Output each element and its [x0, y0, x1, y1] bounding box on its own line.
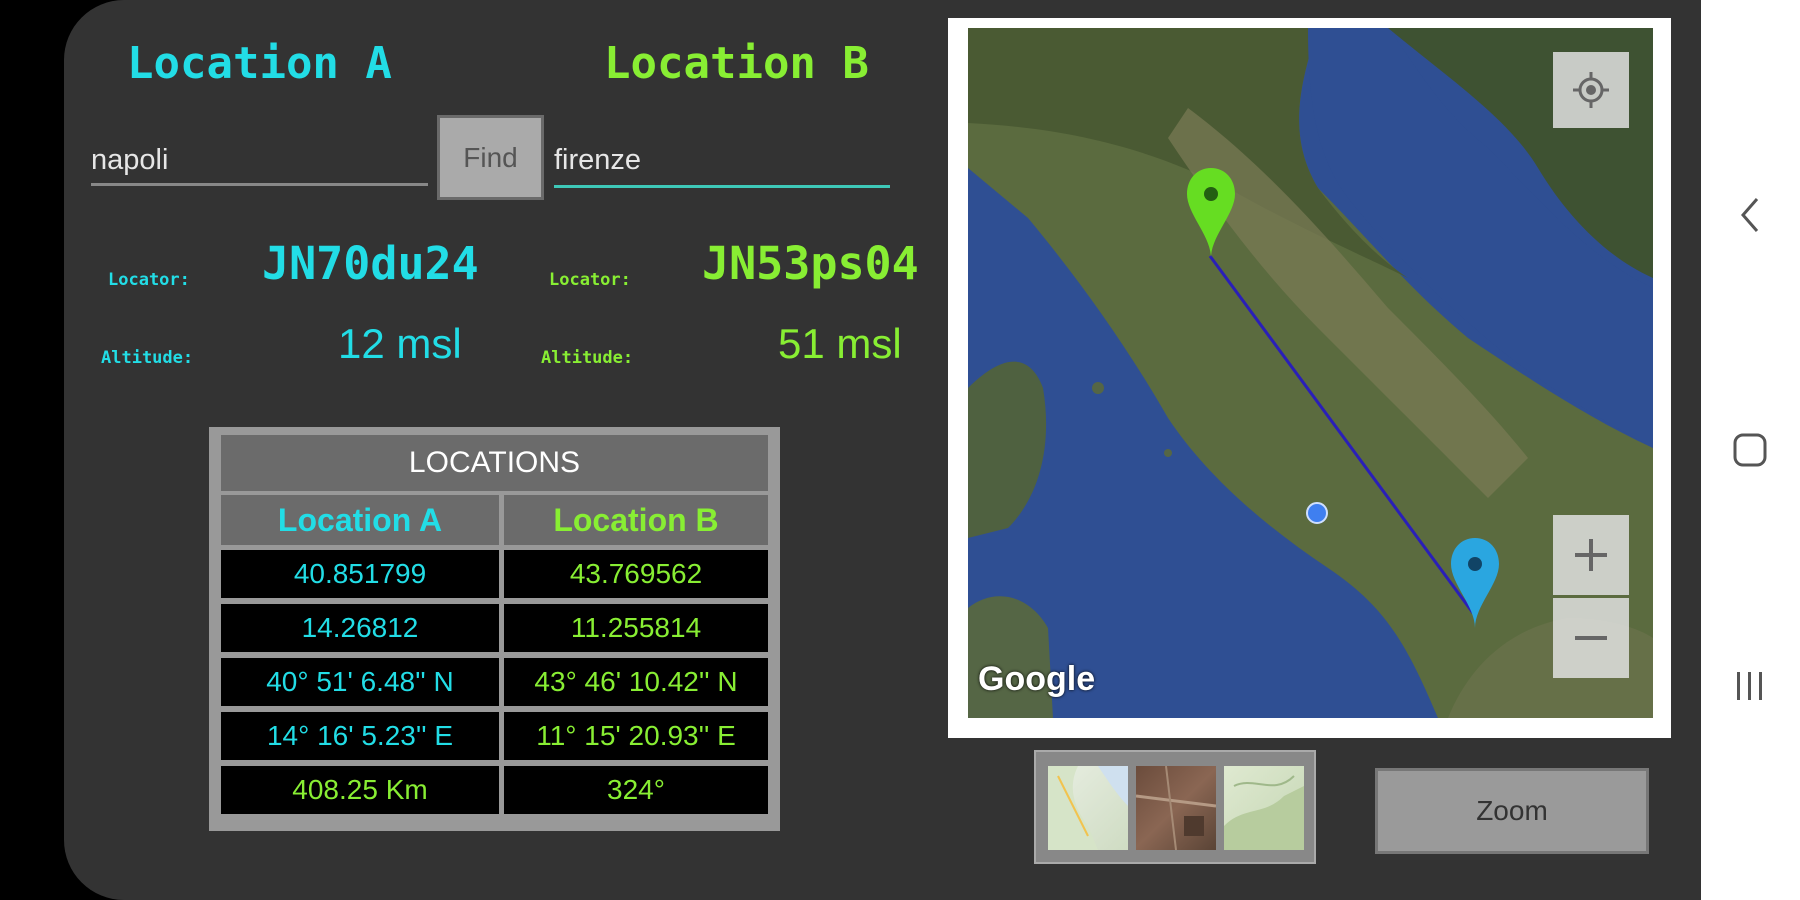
zoom-in-button[interactable]: [1553, 515, 1629, 595]
table-header-location-a: Location A: [221, 495, 499, 545]
crosshair-icon: [1573, 72, 1609, 108]
map-type-satellite-button[interactable]: [1135, 765, 1217, 851]
table-cell-b-2: 43° 46' 10.42'' N: [504, 658, 768, 706]
table-cell-a-2: 40° 51' 6.48'' N: [221, 658, 499, 706]
table-cell-a-1: 14.26812: [221, 604, 499, 652]
normal-map-icon: [1048, 766, 1128, 850]
location-b-input-underline: [554, 185, 890, 188]
google-attribution: Google: [978, 660, 1096, 698]
location-b-locator-value: JN53ps04: [702, 237, 919, 290]
map-type-selector: [1034, 750, 1316, 864]
current-location-dot-icon: [1306, 502, 1328, 524]
location-b-locator-label: Locator:: [549, 270, 631, 290]
location-a-locator-label: Locator:: [108, 270, 190, 290]
recents-lines-icon: [1737, 672, 1762, 700]
table-cell-b-1: 11.255814: [504, 604, 768, 652]
map-type-terrain-button[interactable]: [1224, 766, 1304, 850]
table-cell-a-3: 14° 16' 5.23'' E: [221, 712, 499, 760]
location-b-header: Location B: [604, 38, 869, 89]
home-square-icon: [1733, 433, 1767, 467]
location-a-input-underline: [91, 183, 428, 186]
zoom-out-button[interactable]: [1553, 598, 1629, 678]
table-cell-a-4: 408.25 Km: [221, 766, 499, 814]
back-nav-button[interactable]: [1728, 193, 1772, 237]
location-a-locator-value: JN70du24: [262, 237, 479, 290]
location-b-altitude-label: Altitude:: [541, 348, 634, 368]
location-a-header: Location A: [127, 38, 392, 89]
map-type-normal-button[interactable]: [1048, 766, 1128, 850]
home-nav-button[interactable]: [1728, 428, 1772, 472]
locations-table: LOCATIONS Location A Location B 40.85179…: [209, 427, 780, 831]
location-a-pin-icon[interactable]: [1450, 536, 1500, 631]
minus-icon: [1575, 636, 1607, 640]
location-b-input[interactable]: [554, 138, 889, 182]
location-a-input[interactable]: [91, 138, 426, 182]
location-b-altitude-value: 51 msl: [778, 320, 902, 367]
satellite-map-icon: [1135, 765, 1217, 851]
find-button[interactable]: Find: [437, 115, 544, 200]
table-title: LOCATIONS: [221, 435, 768, 491]
location-a-altitude-label: Altitude:: [101, 348, 194, 368]
terrain-map-icon: [1224, 775, 1304, 850]
table-cell-b-0: 43.769562: [504, 550, 768, 598]
map-view[interactable]: Google: [968, 28, 1653, 718]
recents-nav-button[interactable]: [1728, 664, 1772, 708]
location-b-pin-icon[interactable]: [1186, 166, 1236, 261]
zoom-button[interactable]: Zoom: [1375, 768, 1649, 854]
table-cell-b-4: 324°: [504, 766, 768, 814]
plus-icon: [1575, 539, 1607, 571]
table-cell-a-0: 40.851799: [221, 550, 499, 598]
satellite-map: [968, 28, 1653, 718]
my-location-button[interactable]: [1553, 52, 1629, 128]
location-a-altitude-value: 12 msl: [338, 320, 462, 367]
back-chevron-icon: [1741, 198, 1759, 232]
table-header-location-b: Location B: [504, 495, 768, 545]
table-cell-b-3: 11° 15' 20.93'' E: [504, 712, 768, 760]
